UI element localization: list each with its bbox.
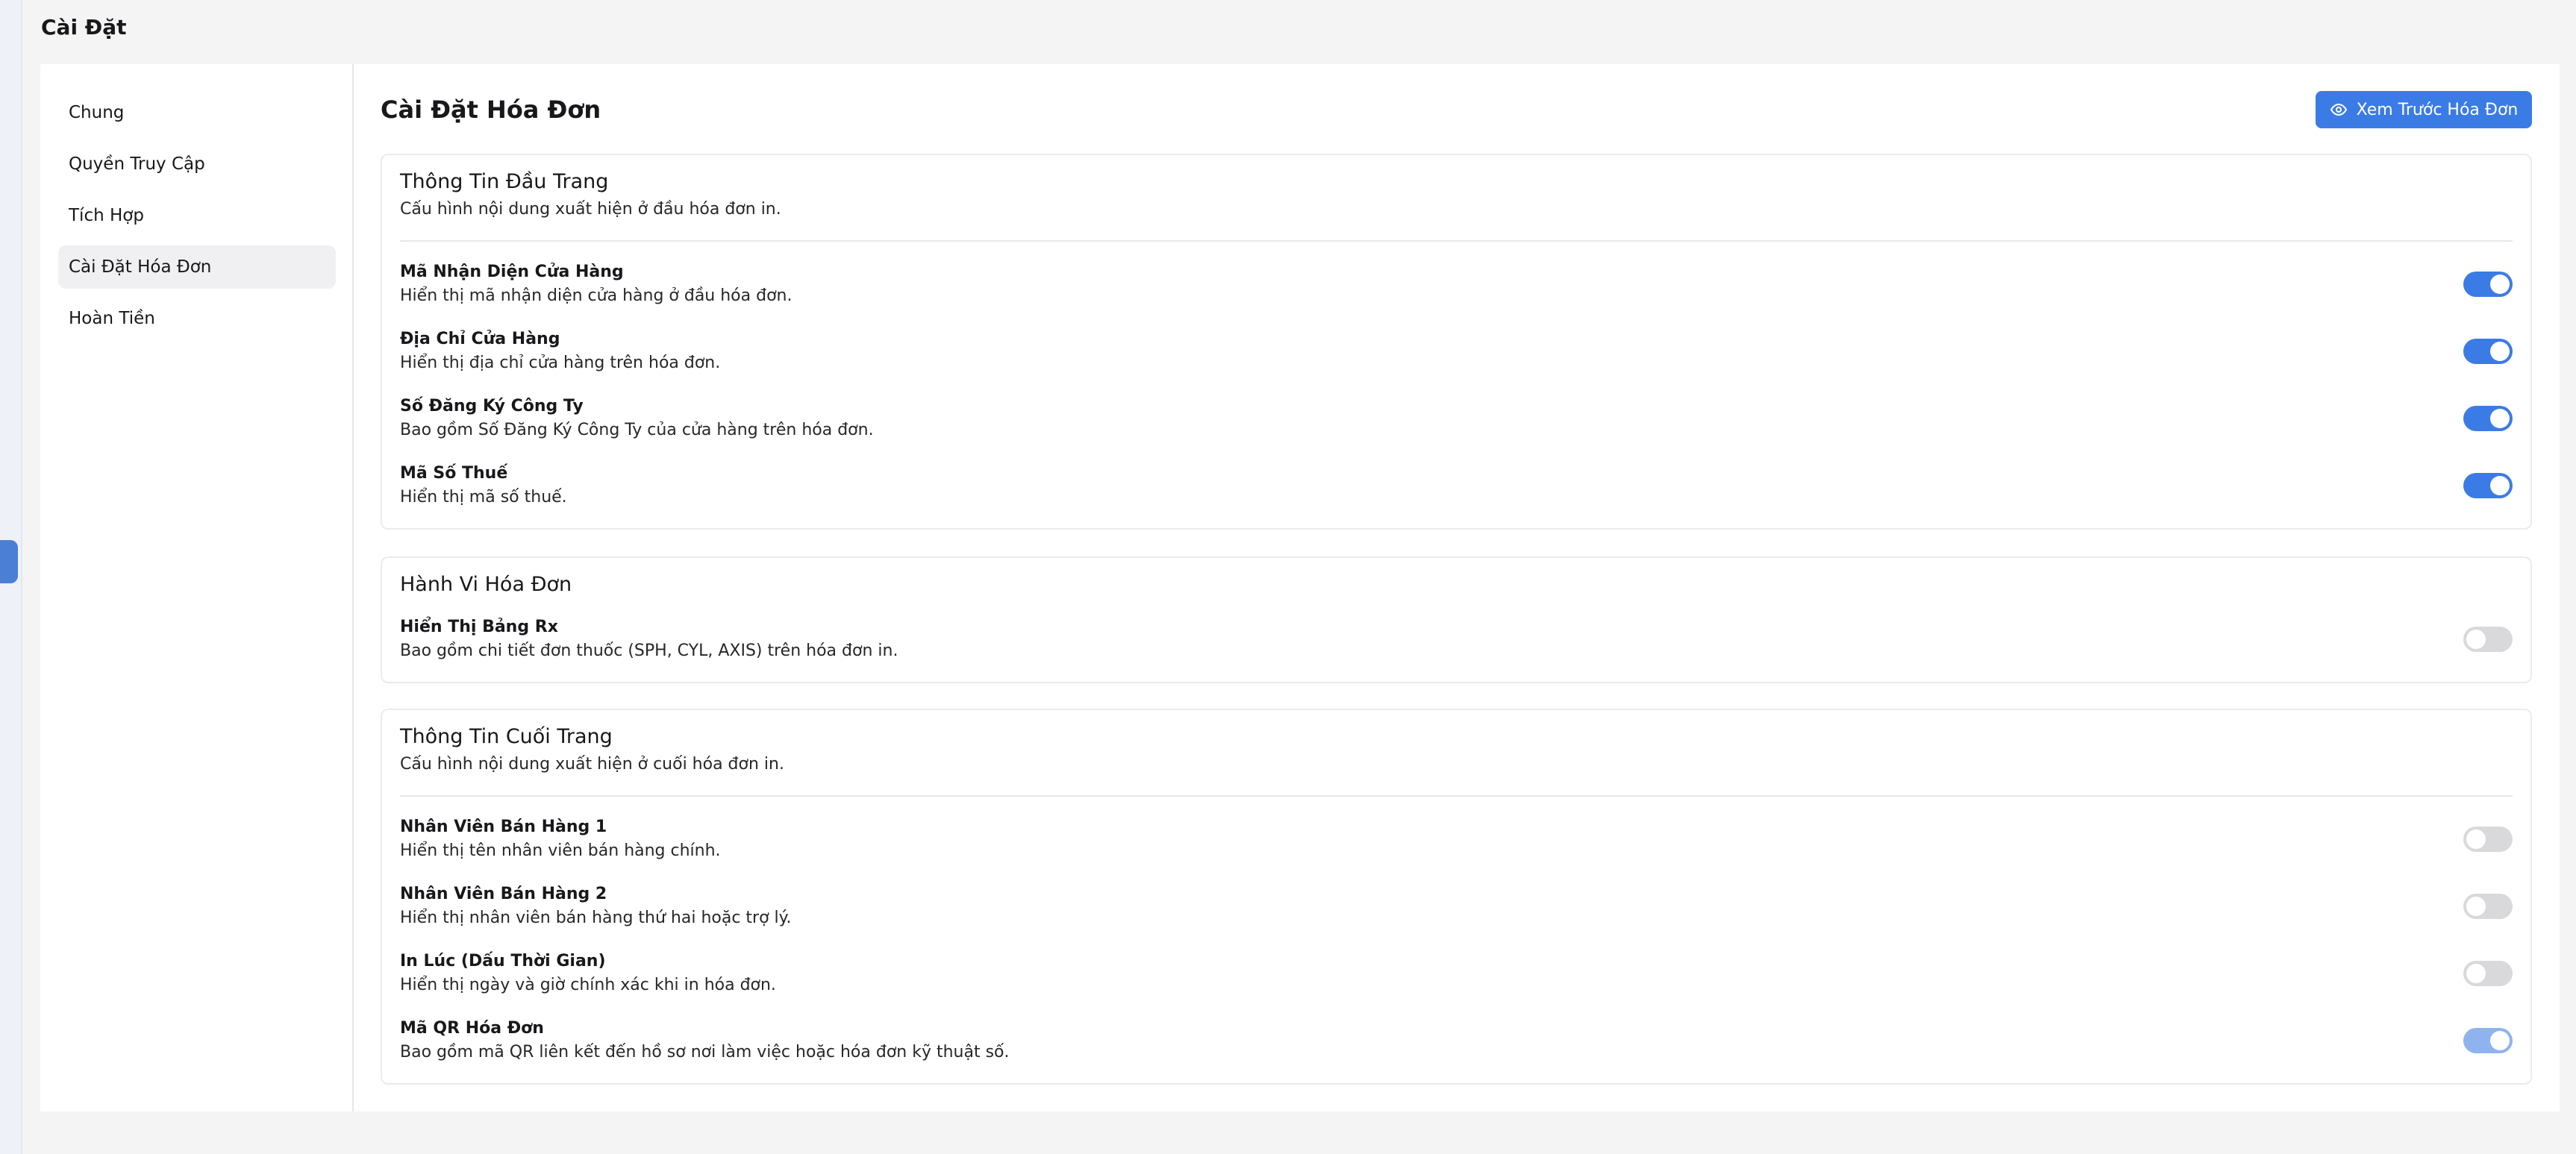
preview-invoice-label: Xem Trước Hóa Đơn: [2356, 100, 2519, 119]
left-rail: [0, 0, 22, 1154]
toggle-rx-table[interactable]: [2463, 627, 2513, 652]
divider: [400, 240, 2513, 242]
setting-label: Nhân Viên Bán Hàng 2: [400, 885, 607, 903]
card-title: Thông Tin Đầu Trang: [400, 170, 609, 193]
setting-description: Hiển thị tên nhân viên bán hàng chính.: [400, 841, 721, 860]
toggle-tax-id[interactable]: [2463, 473, 2513, 498]
card-description: Cấu hình nội dung xuất hiện ở cuối hóa đ…: [400, 755, 784, 774]
setting-label: Số Đăng Ký Công Ty: [400, 397, 584, 415]
invoice-behavior-card: Hành Vi Hóa Đơn Hiển Thị Bảng Rx Bao gồm…: [381, 556, 2532, 683]
card-title: Thông Tin Cuối Trang: [400, 725, 613, 748]
sidebar-collapse-handle[interactable]: [0, 540, 18, 583]
nav-item-access[interactable]: Quyền Truy Cập: [58, 142, 336, 186]
divider: [400, 795, 2513, 797]
setting-label: Nhân Viên Bán Hàng 1: [400, 818, 607, 836]
toggle-salesperson-2[interactable]: [2463, 894, 2513, 919]
toggle-salesperson-1[interactable]: [2463, 827, 2513, 852]
toggle-print-timestamp[interactable]: [2463, 961, 2513, 986]
section-title: Cài Đặt Hóa Đơn: [381, 95, 601, 124]
setting-label: Mã Số Thuế: [400, 464, 508, 483]
toggle-store-address[interactable]: [2463, 339, 2513, 364]
nav-item-general[interactable]: Chung: [58, 91, 336, 134]
setting-label: In Lúc (Dấu Thời Gian): [400, 952, 606, 970]
setting-description: Hiển thị nhân viên bán hàng thứ hai hoặc…: [400, 909, 792, 927]
settings-panel: Chung Quyền Truy Cập Tích Hợp Cài Đặt Hó…: [40, 64, 2560, 1111]
preview-invoice-button[interactable]: Xem Trước Hóa Đơn: [2316, 91, 2532, 128]
toggle-company-reg[interactable]: [2463, 406, 2513, 431]
nav-item-integrations[interactable]: Tích Hợp: [58, 194, 336, 237]
setting-description: Bao gồm chi tiết đơn thuốc (SPH, CYL, AX…: [400, 642, 898, 660]
nav-item-refunds[interactable]: Hoàn Tiền: [58, 297, 336, 340]
setting-description: Bao gồm Số Đăng Ký Công Ty của cửa hàng …: [400, 421, 874, 439]
card-description: Cấu hình nội dung xuất hiện ở đầu hóa đơ…: [400, 200, 781, 219]
settings-nav: Chung Quyền Truy Cập Tích Hợp Cài Đặt Hó…: [40, 64, 354, 1111]
setting-label: Hiển Thị Bảng Rx: [400, 618, 558, 636]
setting-description: Hiển thị mã nhận diện cửa hàng ở đầu hóa…: [400, 286, 793, 305]
eye-icon: [2330, 103, 2347, 116]
toggle-store-id[interactable]: [2463, 272, 2513, 297]
header-info-card: Thông Tin Đầu Trang Cấu hình nội dung xu…: [381, 154, 2532, 530]
page-title: Cài Đặt: [41, 15, 127, 40]
nav-item-invoice-settings[interactable]: Cài Đặt Hóa Đơn: [58, 245, 336, 289]
setting-description: Hiển thị địa chỉ cửa hàng trên hóa đơn.: [400, 354, 721, 372]
setting-label: Mã QR Hóa Đơn: [400, 1019, 544, 1038]
toggle-invoice-qr[interactable]: [2463, 1028, 2513, 1053]
setting-description: Hiển thị mã số thuế.: [400, 488, 567, 507]
invoice-settings-main: Cài Đặt Hóa Đơn Xem Trước Hóa Đơn Thông …: [355, 64, 2560, 1111]
setting-label: Mã Nhận Diện Cửa Hàng: [400, 263, 624, 281]
setting-description: Hiển thị ngày và giờ chính xác khi in hó…: [400, 976, 776, 994]
footer-info-card: Thông Tin Cuối Trang Cấu hình nội dung x…: [381, 709, 2532, 1085]
setting-label: Địa Chỉ Cửa Hàng: [400, 330, 560, 348]
setting-description: Bao gồm mã QR liên kết đến hồ sơ nơi làm…: [400, 1043, 1010, 1062]
card-title: Hành Vi Hóa Đơn: [400, 573, 572, 596]
